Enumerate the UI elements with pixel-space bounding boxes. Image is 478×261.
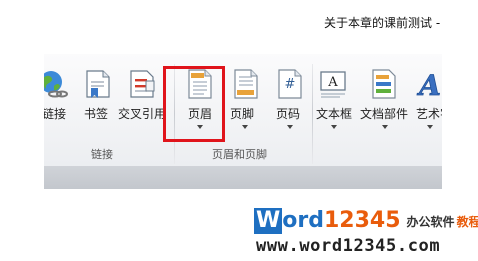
wordart-button[interactable]: A 艺术字 xyxy=(414,54,442,146)
bookmark-button[interactable]: 书签 xyxy=(80,54,116,146)
footer-button[interactable]: 页脚 xyxy=(228,54,268,146)
cross-reference-icon xyxy=(130,70,155,98)
watermark-tag: 办公软件 xyxy=(406,214,455,229)
footer-dropdown-arrow-icon[interactable] xyxy=(242,125,248,129)
header-button-highlight xyxy=(163,66,225,142)
text-box-button[interactable]: A 文本框 xyxy=(314,54,356,146)
ribbon-panel: 超链接 书签 交叉引用 链接 xyxy=(44,54,442,166)
cross-reference-button[interactable]: 交叉引用 xyxy=(118,54,168,146)
group-label-header-footer: 页眉和页脚 xyxy=(212,148,267,161)
hyperlink-globe-icon xyxy=(44,71,68,98)
page-number-button[interactable]: # 页码 xyxy=(270,54,310,146)
window-title: 关于本章的课前测试 - xyxy=(324,16,441,30)
text-box-dropdown-arrow-icon[interactable] xyxy=(331,125,337,129)
group-label-text: 文本 xyxy=(439,146,442,162)
watermark-num: 12345 xyxy=(324,208,401,233)
svg-text:#: # xyxy=(285,77,296,92)
hyperlink-label: 超链接 xyxy=(44,107,67,121)
quick-parts-icon xyxy=(372,69,396,99)
group-separator xyxy=(312,64,313,164)
quick-parts-dropdown-arrow-icon[interactable] xyxy=(382,125,388,129)
wordart-icon: A xyxy=(416,69,441,100)
page-number-dropdown-arrow-icon[interactable] xyxy=(287,125,293,129)
watermark-w: W xyxy=(254,208,283,234)
group-label-links: 链接 xyxy=(91,148,113,161)
document-area-top-bar xyxy=(44,166,442,189)
svg-text:A: A xyxy=(327,75,338,90)
text-box-label: 文本框 xyxy=(316,107,353,121)
footer-icon xyxy=(234,69,258,99)
quick-parts-button[interactable]: 文档部件 xyxy=(358,54,412,146)
wordart-label: 艺术字 xyxy=(416,107,442,121)
bookmark-label: 书签 xyxy=(84,107,109,121)
page-number-label: 页码 xyxy=(276,107,301,121)
cross-reference-label: 交叉引用 xyxy=(118,107,167,121)
bookmark-icon xyxy=(86,70,110,98)
wordart-dropdown-arrow-icon[interactable] xyxy=(427,125,433,129)
watermark-tag-2: 教程 xyxy=(456,214,478,229)
page-number-icon: # xyxy=(278,69,302,99)
hyperlink-button[interactable]: 超链接 xyxy=(44,54,74,146)
watermark-ord: ord xyxy=(282,208,324,233)
watermark-url: www.word12345.com xyxy=(256,236,441,256)
footer-label: 页脚 xyxy=(230,107,255,121)
text-box-icon: A xyxy=(320,71,346,98)
watermark-brand: W ord 12345 办公软件 教程 xyxy=(254,208,478,234)
svg-text:A: A xyxy=(416,69,441,100)
quick-parts-label: 文档部件 xyxy=(360,107,409,121)
